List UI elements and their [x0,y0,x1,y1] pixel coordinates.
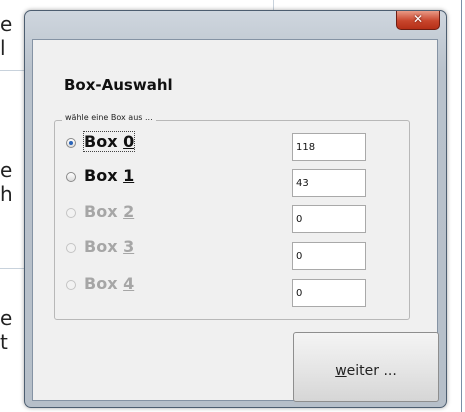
radio-label: Box 3 [84,237,135,256]
background-divider [0,268,24,269]
weiter-button-label: weiter ... [335,363,397,379]
box-0-value-field[interactable]: 118 [292,133,366,161]
background-text-fragment: t [0,330,8,354]
radio-button-icon[interactable] [66,172,76,182]
radio-label: Box 0 [82,131,136,152]
background-text-fragment: e [0,12,13,36]
radio-button-icon [66,208,76,218]
dialog-title: Box-Auswahl [64,76,173,94]
radio-button-icon [66,280,76,290]
background-divider [0,70,24,71]
radio-label: Box 2 [84,202,135,221]
box-4-value-field[interactable]: 0 [292,279,366,307]
weiter-button[interactable]: weiter ... [293,332,439,402]
radio-button-icon [66,243,76,253]
box-2-value-field[interactable]: 0 [292,205,366,233]
radio-label: Box 4 [84,274,135,293]
box-3-value-field[interactable]: 0 [292,242,366,270]
background-text-fragment: e [0,306,13,330]
background-border [461,0,462,412]
box-1-value-field[interactable]: 43 [292,169,366,197]
radio-button-icon[interactable] [66,138,76,148]
dialog-window: ✕ Box-Auswahl wähle eine Box aus ... Box… [24,10,447,408]
close-button[interactable]: ✕ [396,11,440,30]
background-text-fragment: h [0,182,13,206]
background-text-fragment: l [0,36,6,60]
background-text-fragment: e [0,158,13,182]
radio-label: Box 1 [84,166,135,185]
dialog-client-area: Box-Auswahl wähle eine Box aus ... Box 0… [32,39,439,402]
group-label: wähle eine Box aus ... [62,113,156,122]
close-icon: ✕ [412,12,424,26]
title-bar[interactable]: ✕ [25,11,446,39]
